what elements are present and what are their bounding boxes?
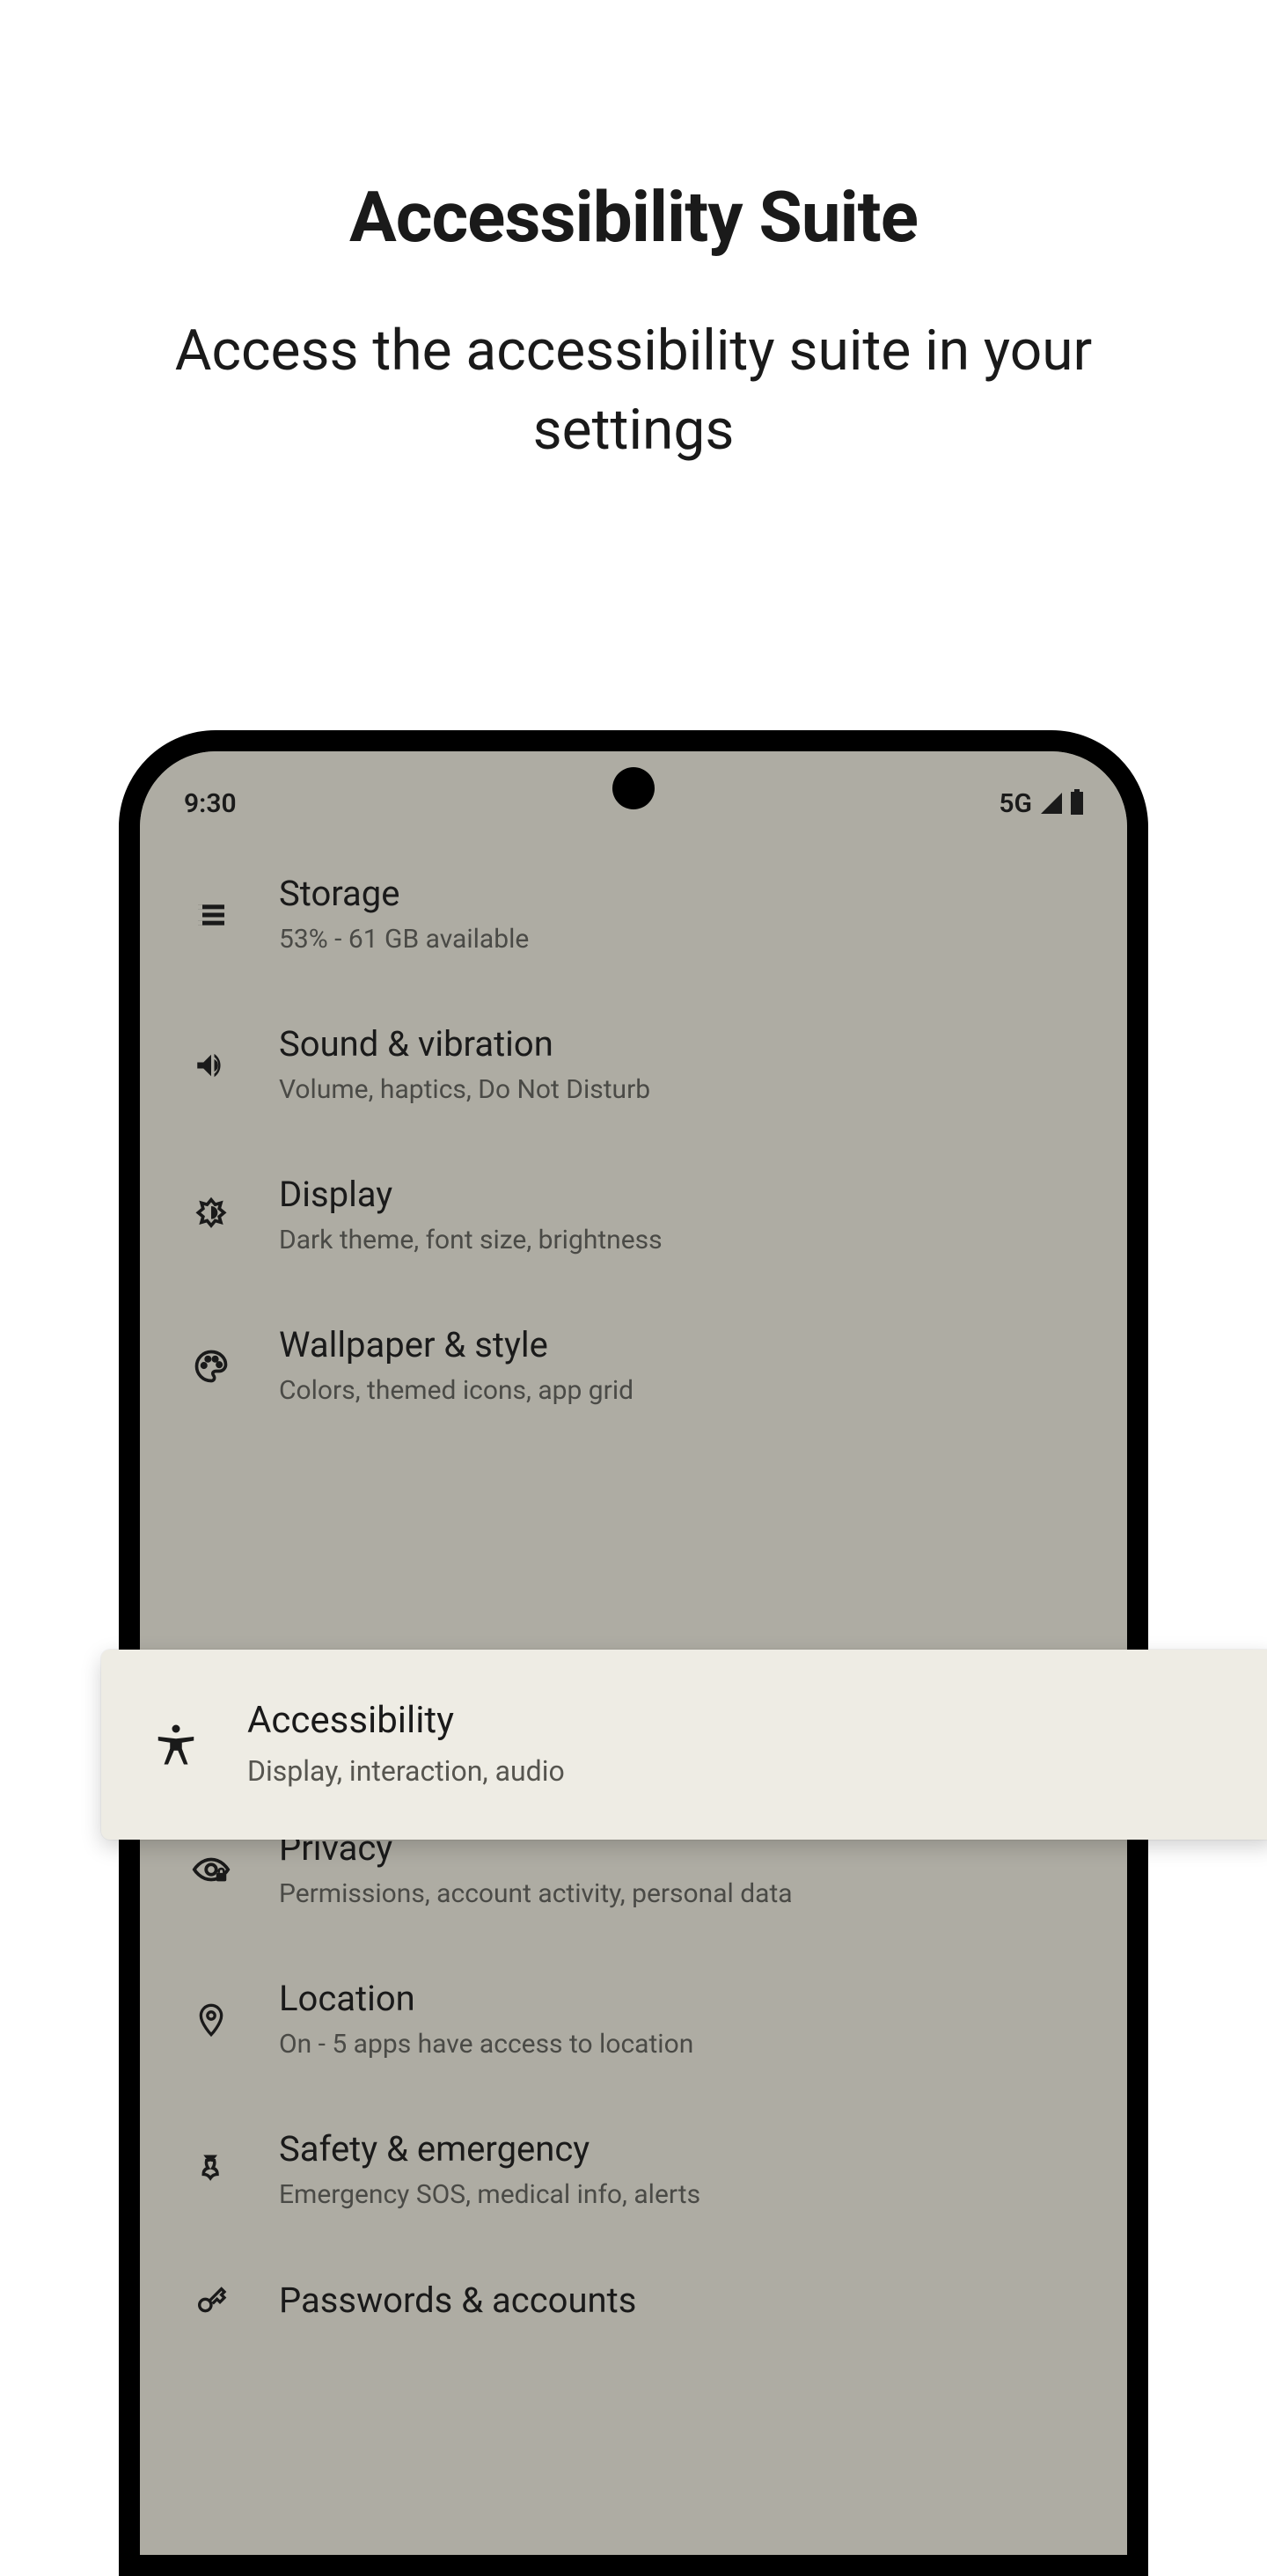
signal-icon [1041, 793, 1062, 814]
settings-item-sound[interactable]: Sound & vibration Volume, haptics, Do No… [140, 990, 1127, 1140]
settings-item-storage[interactable]: Storage 53% - 61 GB available [140, 839, 1127, 990]
settings-item-title: Accessibility [247, 1699, 1232, 1743]
safety-icon [189, 2148, 233, 2192]
palette-icon [189, 1344, 233, 1388]
accessibility-icon [150, 1719, 201, 1770]
privacy-icon [189, 1848, 233, 1892]
settings-item-title: Passwords & accounts [279, 2280, 1083, 2322]
location-icon [189, 1998, 233, 2042]
settings-item-sub: Colors, themed icons, app grid [279, 1373, 1083, 1408]
settings-item-location[interactable]: Location On - 5 apps have access to loca… [140, 1944, 1127, 2095]
settings-item-title: Sound & vibration [279, 1023, 1083, 1065]
settings-item-title: Storage [279, 873, 1083, 915]
status-time: 9:30 [184, 788, 237, 819]
network-label: 5G [999, 788, 1032, 819]
settings-item-sub: On - 5 apps have access to location [279, 2027, 1083, 2061]
settings-item-accessibility-highlight[interactable]: Accessibility Display, interaction, audi… [101, 1650, 1267, 1840]
settings-item-sub: Volume, haptics, Do Not Disturb [279, 1072, 1083, 1107]
settings-item-passwords[interactable]: Passwords & accounts [140, 2245, 1127, 2323]
settings-item-display[interactable]: Display Dark theme, font size, brightnes… [140, 1140, 1127, 1291]
settings-item-sub: Dark theme, font size, brightness [279, 1223, 1083, 1257]
battery-icon [1071, 792, 1083, 815]
key-icon [189, 2279, 233, 2323]
status-indicators: 5G [999, 788, 1083, 819]
settings-item-title: Wallpaper & style [279, 1324, 1083, 1366]
sound-icon [189, 1043, 233, 1087]
settings-item-sub: Permissions, account activity, personal … [279, 1877, 1083, 1911]
settings-item-title: Safety & emergency [279, 2128, 1083, 2170]
settings-item-title: Display [279, 1174, 1083, 1216]
page-title: Accessibility Suite [0, 176, 1267, 259]
settings-item-title: Location [279, 1978, 1083, 2020]
storage-icon [189, 893, 233, 937]
settings-item-sub: 53% - 61 GB available [279, 922, 1083, 956]
settings-item-sub: Display, interaction, audio [247, 1753, 1232, 1790]
camera-cutout [612, 767, 655, 809]
page-subtitle: Access the accessibility suite in your s… [0, 311, 1267, 469]
settings-item-safety[interactable]: Safety & emergency Emergency SOS, medica… [140, 2095, 1127, 2245]
accessibility-placeholder [140, 1441, 1127, 1643]
settings-list: Storage 53% - 61 GB available Sound & vi… [140, 831, 1127, 2323]
display-icon [189, 1194, 233, 1238]
settings-item-sub: Emergency SOS, medical info, alerts [279, 2177, 1083, 2212]
settings-item-wallpaper[interactable]: Wallpaper & style Colors, themed icons, … [140, 1291, 1127, 1441]
